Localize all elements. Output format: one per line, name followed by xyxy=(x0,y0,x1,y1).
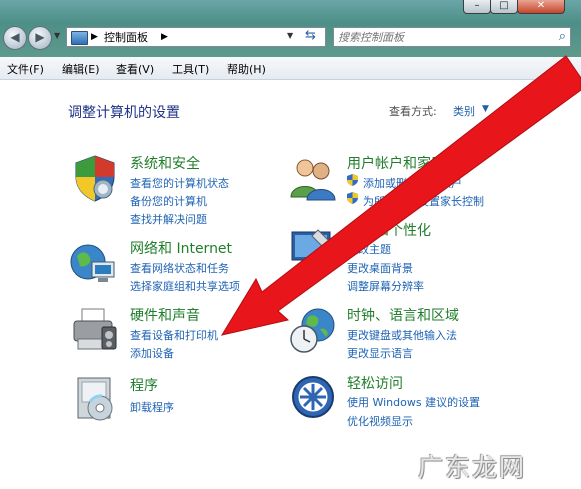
clock-globe-icon[interactable] xyxy=(288,305,338,355)
link-optimize-visual-display[interactable]: 优化视频显示 xyxy=(347,413,413,429)
menu-view[interactable]: 查看(V) xyxy=(116,61,154,77)
link-backup-computer[interactable]: 备份您的计算机 xyxy=(130,193,207,209)
watermark-text: 广东龙网 xyxy=(418,453,527,482)
uac-shield-icon xyxy=(347,174,358,186)
programs-icon[interactable] xyxy=(72,372,122,422)
menu-bar: 文件(F) 编辑(E) 查看(V) 工具(T) 帮助(H) xyxy=(0,57,581,80)
link-devices-printers[interactable]: 查看设备和打印机 xyxy=(130,327,218,343)
menu-edit[interactable]: 编辑(E) xyxy=(62,61,100,77)
link-parental-controls[interactable]: 为所有用户设置家长控制 xyxy=(363,193,484,209)
maximize-button[interactable]: □ xyxy=(490,0,518,14)
window-top-bar: – □ ✕ ◀ ▶ ▼ ▶ 控制面板 ▶ ▼ ⇆ ⌕ xyxy=(0,0,581,57)
minimize-button[interactable]: – xyxy=(463,0,491,14)
link-uninstall-program[interactable]: 卸载程序 xyxy=(130,399,174,415)
category-hardware-sound[interactable]: 硬件和声音 xyxy=(130,305,200,325)
page-title: 调整计算机的设置 xyxy=(68,105,180,121)
menu-help[interactable]: 帮助(H) xyxy=(227,61,266,77)
address-bar[interactable]: ▶ 控制面板 ▶ ▼ ⇆ xyxy=(66,27,326,47)
link-screen-resolution[interactable]: 调整屏幕分辨率 xyxy=(347,278,424,294)
search-input[interactable] xyxy=(338,29,538,45)
breadcrumb-control-panel[interactable]: 控制面板 xyxy=(104,29,148,46)
printer-icon[interactable] xyxy=(70,305,120,355)
link-view-computer-status[interactable]: 查看您的计算机状态 xyxy=(130,175,229,191)
breadcrumb-chevron-icon[interactable]: ▶ xyxy=(161,29,168,46)
back-arrow-icon: ◀ xyxy=(10,30,20,44)
link-change-theme[interactable]: 更改主题 xyxy=(347,241,391,257)
appearance-icon[interactable] xyxy=(288,224,338,274)
search-icon[interactable]: ⌕ xyxy=(559,29,566,44)
control-panel-icon xyxy=(71,31,88,45)
breadcrumb-chevron-icon[interactable]: ▶ xyxy=(91,29,98,46)
users-icon[interactable] xyxy=(288,153,338,203)
link-add-device[interactable]: 添加设备 xyxy=(130,345,174,361)
ease-of-access-icon[interactable] xyxy=(288,372,338,422)
category-ease-of-access[interactable]: 轻松访问 xyxy=(347,373,403,393)
view-mode-dropdown-icon[interactable]: ▼ xyxy=(482,104,489,114)
category-system-security[interactable]: 系统和安全 xyxy=(130,153,200,173)
refresh-icon[interactable]: ⇆ xyxy=(305,28,316,43)
forward-button[interactable]: ▶ xyxy=(28,26,52,50)
shield-icon[interactable] xyxy=(70,153,120,203)
view-mode-label: 查看方式: xyxy=(389,105,437,118)
close-button[interactable]: ✕ xyxy=(517,0,565,14)
link-troubleshoot[interactable]: 查找并解决问题 xyxy=(130,211,207,227)
menu-file[interactable]: 文件(F) xyxy=(7,61,44,77)
link-change-keyboard[interactable]: 更改键盘或其他输入法 xyxy=(347,327,457,343)
category-network-internet[interactable]: 网络和 Internet xyxy=(130,238,232,258)
history-dropdown-icon[interactable]: ▼ xyxy=(54,31,60,40)
category-appearance[interactable]: 外观和个性化 xyxy=(347,220,431,240)
uac-shield-icon xyxy=(347,192,358,204)
link-network-status[interactable]: 查看网络状态和任务 xyxy=(130,260,229,276)
view-mode-select[interactable]: 类别 xyxy=(453,103,475,119)
search-box[interactable]: ⌕ xyxy=(333,27,571,47)
back-button[interactable]: ◀ xyxy=(3,26,27,50)
menu-tools[interactable]: 工具(T) xyxy=(172,61,209,77)
category-clock-language-region[interactable]: 时钟、语言和区域 xyxy=(347,305,459,325)
network-icon[interactable] xyxy=(68,238,118,288)
category-user-accounts[interactable]: 用户帐户和家庭安全 xyxy=(347,153,473,173)
link-homegroup-sharing[interactable]: 选择家庭组和共享选项 xyxy=(130,278,240,294)
link-windows-suggested-settings[interactable]: 使用 Windows 建议的设置 xyxy=(347,394,480,410)
link-change-display-language[interactable]: 更改显示语言 xyxy=(347,345,413,361)
link-change-desktop-background[interactable]: 更改桌面背景 xyxy=(347,260,413,276)
forward-arrow-icon: ▶ xyxy=(35,30,45,44)
address-dropdown-icon[interactable]: ▼ xyxy=(287,31,293,40)
category-programs[interactable]: 程序 xyxy=(130,375,158,395)
link-add-remove-accounts[interactable]: 添加或删除用户帐户 xyxy=(363,175,462,191)
